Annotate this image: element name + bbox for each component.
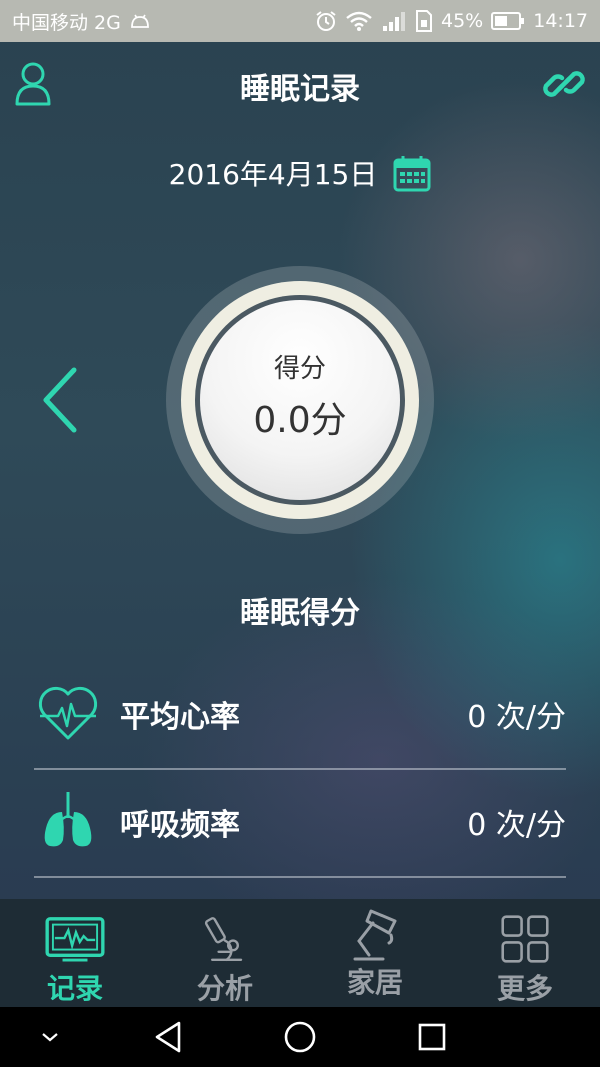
tab-more[interactable]: 更多 xyxy=(450,899,600,1007)
link-icon[interactable] xyxy=(540,60,588,108)
score-dial: 得分 0.0分 xyxy=(200,300,400,500)
carrier-text: 中国移动 2G xyxy=(12,11,121,34)
divider xyxy=(34,876,566,878)
sim-icon xyxy=(416,10,432,32)
lamp-icon xyxy=(353,909,397,961)
previous-day-button[interactable] xyxy=(40,366,82,434)
score-circle: 得分 0.0分 xyxy=(166,266,434,534)
score-value: 0.0分 xyxy=(253,399,347,441)
tab-analysis[interactable]: 分析 xyxy=(150,899,300,1007)
wifi-icon xyxy=(346,11,372,31)
signal-icon xyxy=(383,12,405,31)
heart-rate-row: 平均心率 0 次/分 xyxy=(34,662,566,770)
nav-back-button[interactable] xyxy=(146,1007,190,1067)
tab-record[interactable]: 记录 xyxy=(0,899,150,1007)
date-row: 2016年4月15日 xyxy=(0,148,600,198)
status-bar: 中国移动 2G 45% 14:17 xyxy=(0,0,600,42)
calendar-icon[interactable] xyxy=(393,154,431,192)
grid-icon xyxy=(501,915,549,963)
back-triangle-icon xyxy=(155,1021,181,1053)
respiratory-rate-value: 0 次/分 xyxy=(467,808,566,843)
score-label: 得分 xyxy=(273,353,326,384)
tab-home-label: 家居 xyxy=(346,966,403,999)
tab-analysis-label: 分析 xyxy=(196,972,253,1005)
heart-rate-value: 0 次/分 xyxy=(467,700,566,735)
nav-home-button[interactable] xyxy=(280,1007,320,1067)
respiratory-rate-row: 呼吸频率 0 次/分 xyxy=(34,770,566,878)
chevron-down-icon xyxy=(42,1033,58,1042)
battery-percent: 45% xyxy=(441,10,484,32)
app-header: 睡眠记录 xyxy=(0,42,600,132)
respiratory-rate-label: 呼吸频率 xyxy=(120,808,240,843)
tab-record-label: 记录 xyxy=(46,972,103,1005)
nav-recents-button[interactable] xyxy=(412,1007,452,1067)
heart-rate-label: 平均心率 xyxy=(120,700,240,735)
monitor-icon xyxy=(45,917,105,962)
sleep-score-caption: 睡眠得分 xyxy=(240,596,360,631)
alarm-icon xyxy=(316,11,336,31)
heart-rate-icon xyxy=(38,686,98,740)
battery-icon xyxy=(491,12,525,30)
tab-more-label: 更多 xyxy=(496,972,553,1005)
recents-square-icon xyxy=(418,1023,446,1051)
clock: 14:17 xyxy=(533,10,588,32)
page-title: 睡眠记录 xyxy=(240,72,360,107)
nav-collapse-button[interactable] xyxy=(30,1007,70,1067)
tab-home[interactable]: 家居 xyxy=(300,899,450,1007)
system-nav-bar xyxy=(0,1007,600,1067)
android-icon xyxy=(130,14,149,28)
date-label: 2016年4月15日 xyxy=(168,158,378,191)
microscope-icon xyxy=(204,917,243,961)
home-circle-icon xyxy=(284,1021,316,1053)
lungs-icon xyxy=(44,792,92,847)
bottom-tab-bar: 记录 分析 家居 更多 xyxy=(0,899,600,1007)
